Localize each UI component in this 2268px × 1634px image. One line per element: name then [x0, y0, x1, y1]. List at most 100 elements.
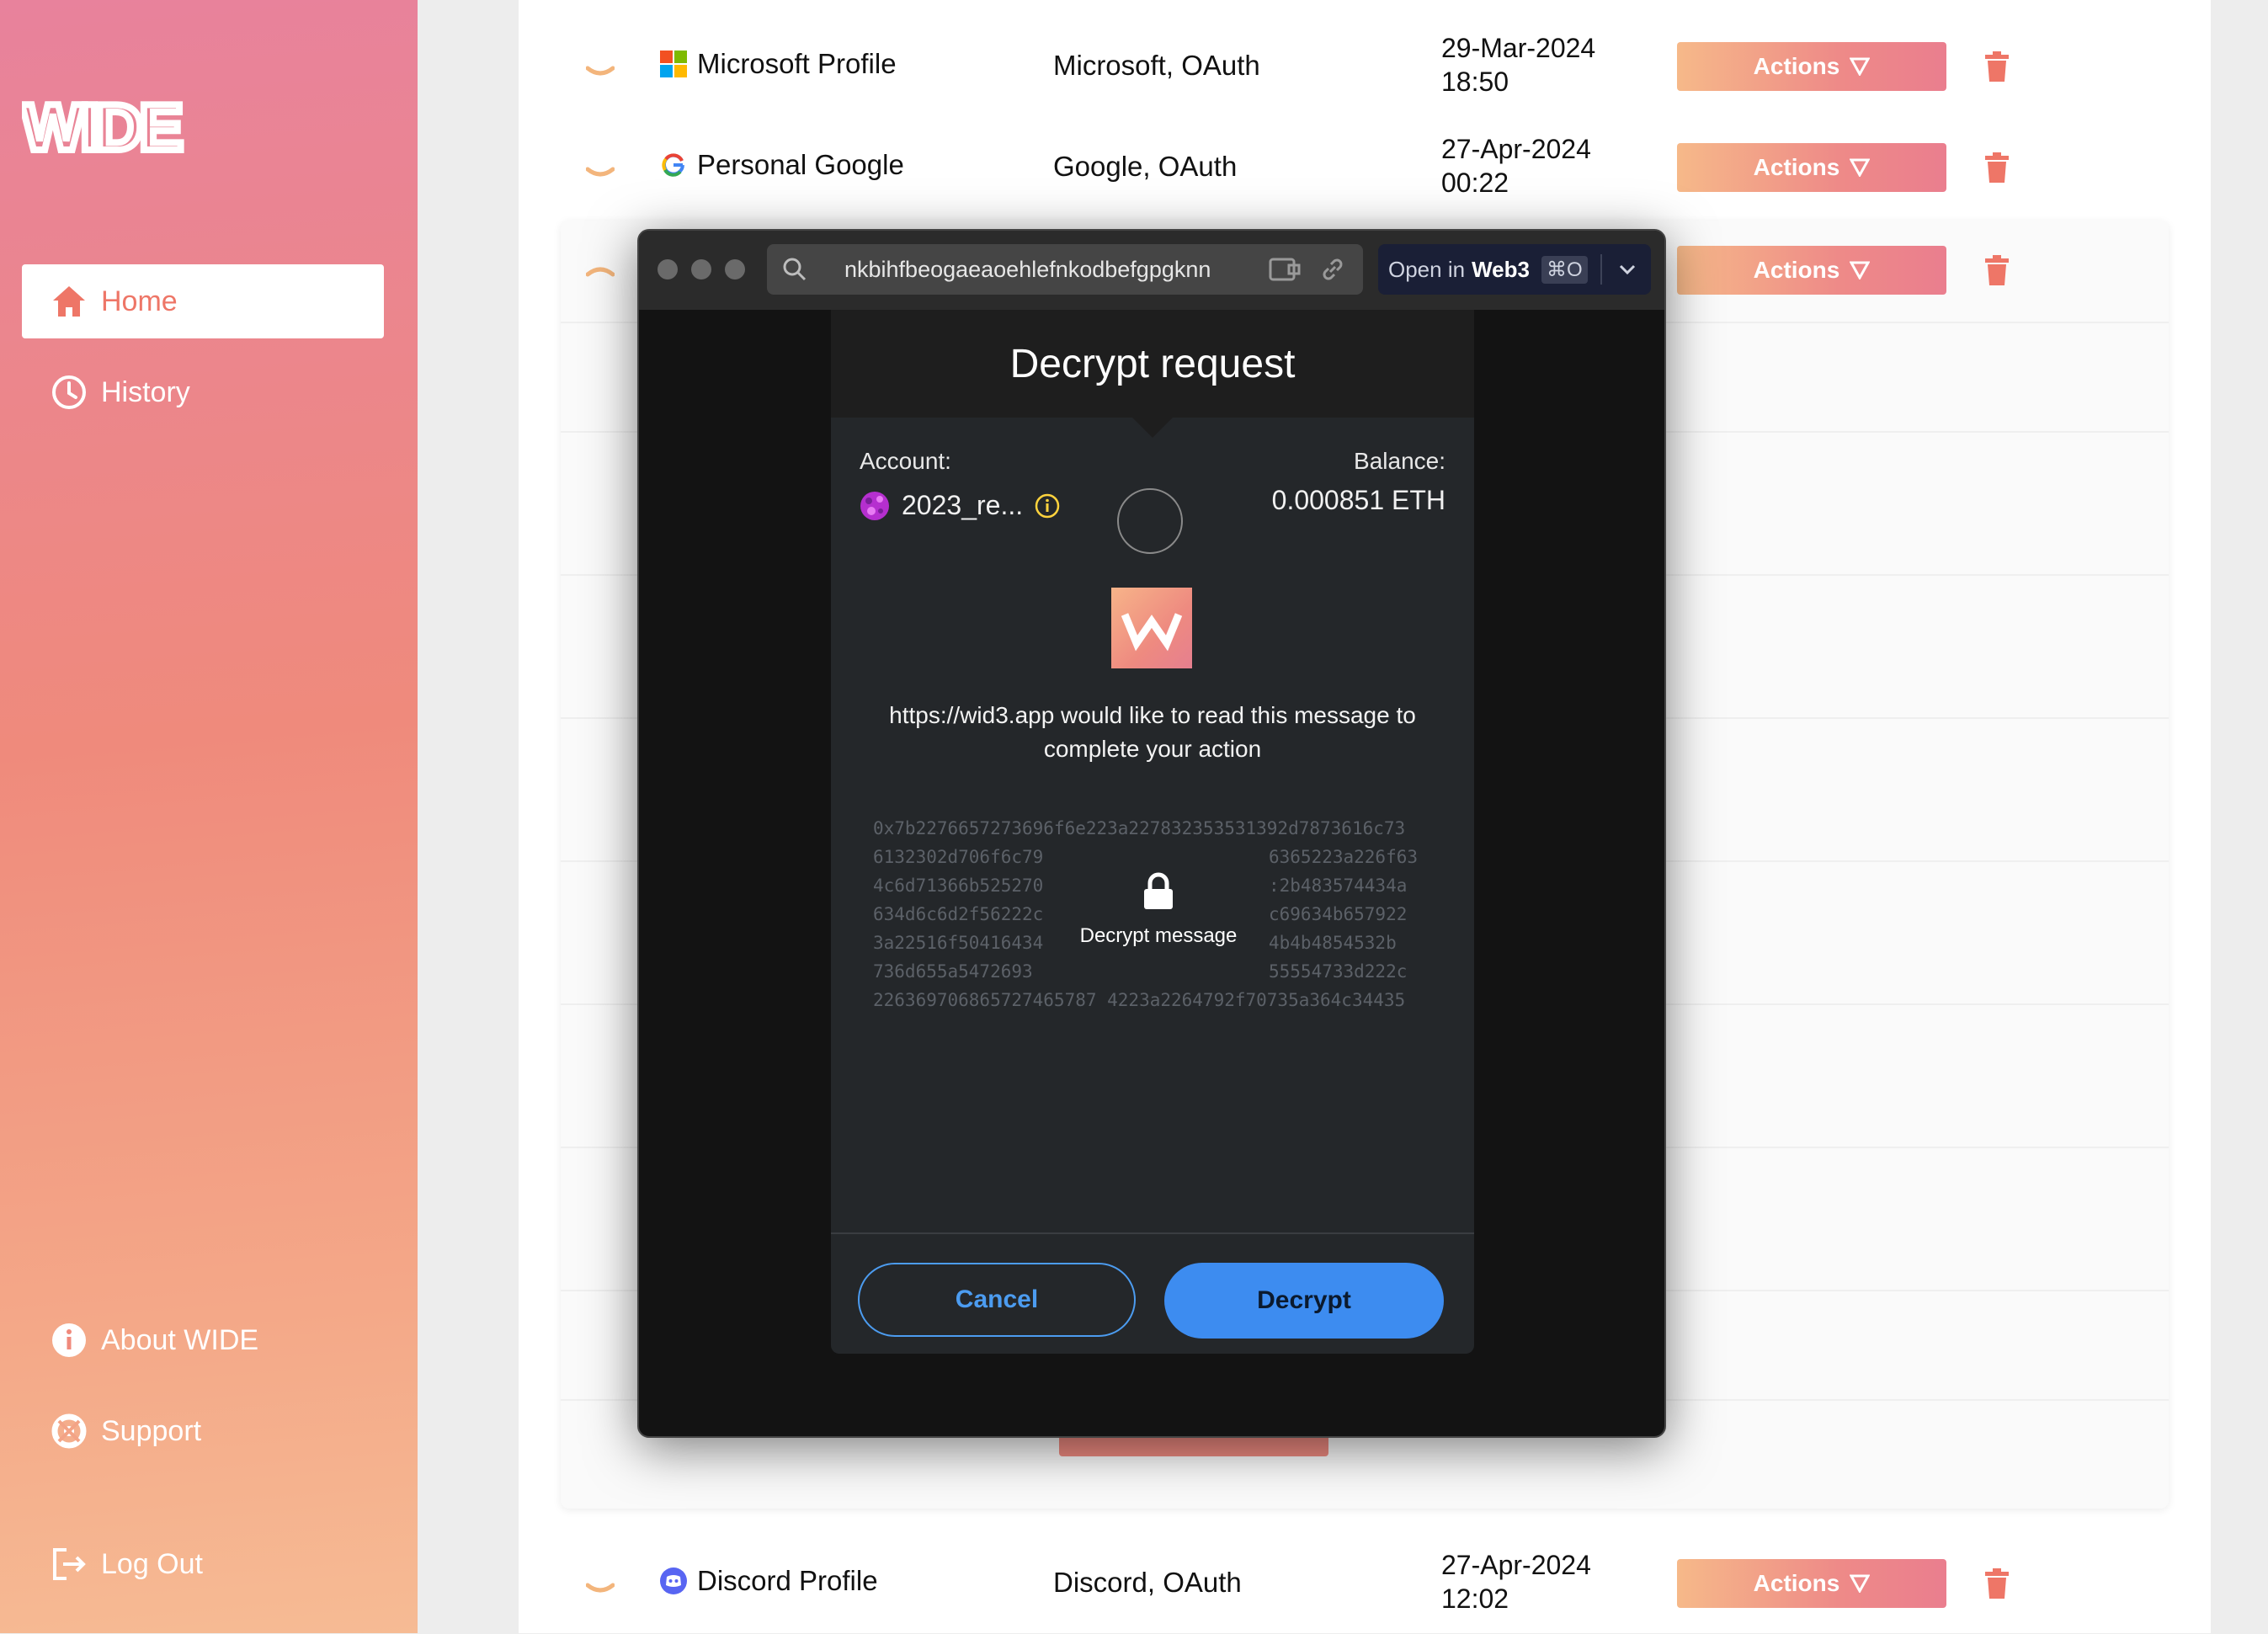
sidebar-item-home[interactable]: Home — [22, 264, 384, 338]
microsoft-icon — [660, 51, 687, 77]
chevron-down-icon[interactable] — [1617, 261, 1637, 278]
hex-line-right: 55554733d222c — [1269, 961, 1408, 982]
divider — [1600, 254, 1602, 285]
hex-line: 0x7b2276657273696f6e223a227832353531392d… — [873, 818, 1406, 838]
triangle-down-icon — [1850, 1574, 1871, 1593]
service-label: Personal Google — [697, 149, 904, 180]
lock-icon — [1144, 872, 1173, 909]
date-cell: 27-Apr-2024 00:22 — [1441, 132, 1591, 200]
popup-titlebar: nkbihfbeogaeaoehlefnkodbefgpgknn Open in… — [639, 231, 1664, 310]
shortcut-badge: ⌘O — [1541, 255, 1588, 284]
trash-icon[interactable] — [1983, 51, 2010, 82]
date-cell: 29-Mar-2024 18:50 — [1441, 31, 1595, 98]
actions-label: Actions — [1753, 53, 1840, 79]
triangle-down-icon — [1850, 158, 1871, 177]
search-icon — [783, 258, 807, 281]
panel-title: Decrypt request — [831, 310, 1474, 418]
svg-text:WIDE: WIDE — [22, 99, 181, 155]
window-zoom-button[interactable] — [725, 259, 745, 279]
service-name: Microsoft Profile — [660, 48, 897, 80]
actions-button[interactable]: Actions — [1677, 1559, 1946, 1608]
service-type: Discord, OAuth — [1053, 1567, 1242, 1598]
chevron-down-icon[interactable] — [586, 63, 615, 80]
encrypted-message-area: 0x7b2276657273696f6e223a227832353531392d… — [831, 418, 1474, 1354]
sidebar: WIDE Home History About WIDE Support Log… — [0, 0, 418, 1633]
time-value: 12:02 — [1441, 1583, 1509, 1614]
hex-line: 226369706865727465787 4223a2264792f70735… — [873, 990, 1406, 1010]
sidebar-item-history[interactable]: History — [22, 355, 384, 429]
chevron-down-icon[interactable] — [586, 1580, 615, 1597]
open-in-web3-button[interactable]: Open in Web3 ⌘O — [1378, 244, 1651, 295]
triangle-down-icon — [1850, 261, 1871, 279]
date-value: 29-Mar-2024 — [1441, 33, 1596, 63]
triangle-down-icon — [1850, 57, 1871, 76]
service-type: Microsoft, OAuth — [1053, 50, 1260, 81]
window-close-button[interactable] — [658, 259, 678, 279]
decrypt-panel: Decrypt request Account: 2023_re... Bala… — [831, 310, 1474, 1436]
trash-icon[interactable] — [1983, 1568, 2010, 1599]
service-label: Discord Profile — [697, 1565, 878, 1596]
table-row: Personal Google Google, OAuth 27-Apr-202… — [519, 117, 2211, 218]
time-value: 00:22 — [1441, 168, 1509, 198]
date-value: 27-Apr-2024 — [1441, 1550, 1591, 1580]
actions-label: Actions — [1753, 1570, 1840, 1596]
sidebar-item-label: Home — [101, 285, 178, 317]
decrypt-message-label: Decrypt message — [1079, 924, 1238, 947]
hex-line-right: 6365223a226f63 — [1269, 847, 1419, 867]
service-type: Google, OAuth — [1053, 151, 1238, 182]
open-in-app: Web3 — [1472, 256, 1530, 282]
actions-button[interactable]: Actions — [1677, 246, 1946, 295]
logout-icon — [51, 1546, 88, 1583]
trash-icon[interactable] — [1983, 255, 2010, 285]
service-name: Personal Google — [660, 149, 904, 181]
cancel-button[interactable]: Cancel — [858, 1263, 1136, 1337]
hex-line: 6132302d706f6c79 — [873, 847, 1044, 867]
url-text: nkbihfbeogaeaoehlefnkodbefgpgknn — [844, 256, 1211, 282]
footer-divider — [831, 1232, 1474, 1234]
hex-line-right: :2b483574434a — [1269, 876, 1408, 896]
table-row: Discord Profile Discord, OAuth 27-Apr-20… — [519, 1533, 2211, 1634]
date-value: 27-Apr-2024 — [1441, 134, 1591, 164]
sidebar-item-label: History — [101, 376, 190, 408]
sidebar-item-label: Log Out — [101, 1548, 203, 1580]
decrypt-button[interactable]: Decrypt — [1164, 1263, 1444, 1339]
hex-line: 736d655a5472693 — [873, 961, 1033, 982]
actions-button[interactable]: Actions — [1677, 42, 1946, 91]
sidebar-item-label: Support — [101, 1415, 202, 1447]
chevron-down-icon[interactable] — [586, 164, 615, 181]
sidebar-item-support[interactable]: Support — [22, 1394, 384, 1468]
panel-body: Account: 2023_re... Balance: 0.000851 ET… — [831, 416, 1474, 1354]
clock-icon — [51, 374, 88, 411]
decrypt-message-button[interactable]: Decrypt message — [1048, 838, 1269, 982]
link-icon[interactable] — [1319, 256, 1346, 283]
extension-popup-window: nkbihfbeogaeaoehlefnkodbefgpgknn Open in… — [637, 229, 1666, 1438]
google-icon — [660, 152, 687, 178]
hex-line-right: 4b4b4854532b — [1269, 933, 1397, 953]
info-icon — [51, 1322, 88, 1359]
hex-line: 4c6d71366b525270 — [873, 876, 1044, 896]
sidebar-item-about[interactable]: About WIDE — [22, 1303, 384, 1377]
url-bar[interactable]: nkbihfbeogaeaoehlefnkodbefgpgknn — [767, 244, 1363, 295]
table-row: Microsoft Profile Microsoft, OAuth 29-Ma… — [519, 16, 2211, 117]
lifebuoy-icon — [51, 1413, 88, 1450]
hex-line: 634d6c6d2f56222c — [873, 904, 1044, 924]
actions-label: Actions — [1753, 257, 1840, 283]
service-label: Microsoft Profile — [697, 48, 897, 79]
actions-label: Actions — [1753, 154, 1840, 180]
home-icon — [51, 283, 88, 320]
sidebar-item-logout[interactable]: Log Out — [22, 1527, 384, 1601]
discord-icon — [660, 1567, 687, 1594]
time-value: 18:50 — [1441, 67, 1509, 97]
wide-logo: WIDE — [22, 99, 188, 155]
sidebar-item-label: About WIDE — [101, 1324, 259, 1356]
date-cell: 27-Apr-2024 12:02 — [1441, 1548, 1591, 1615]
hex-line: 3a22516f50416434 — [873, 933, 1044, 953]
hex-line-right: c69634b657922 — [1269, 904, 1408, 924]
extension-icon[interactable] — [1269, 256, 1302, 283]
service-name: Discord Profile — [660, 1565, 878, 1597]
window-minimize-button[interactable] — [691, 259, 711, 279]
trash-icon[interactable] — [1983, 152, 2010, 183]
chevron-up-icon[interactable] — [586, 263, 615, 279]
open-in-prefix: Open in — [1388, 256, 1466, 282]
actions-button[interactable]: Actions — [1677, 143, 1946, 192]
